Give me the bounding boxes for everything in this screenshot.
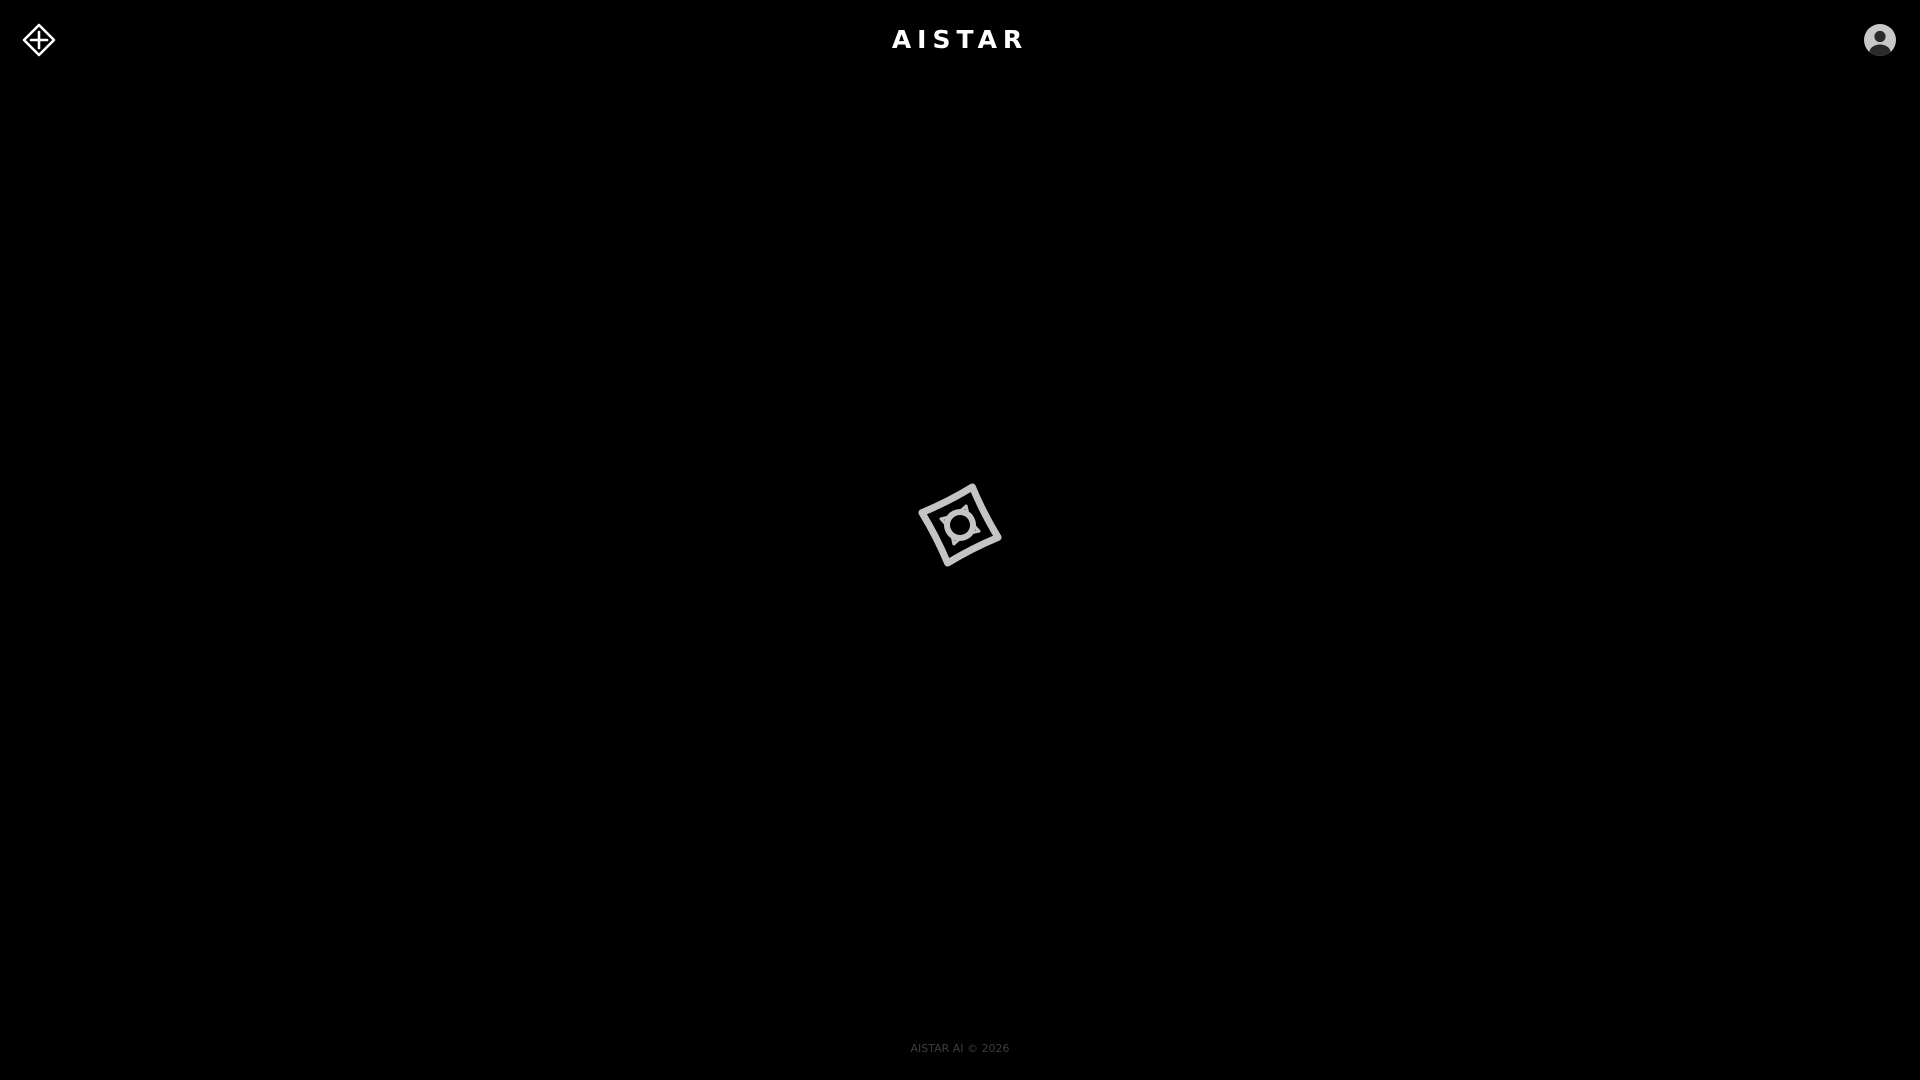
- copyright-footer: AISTAR AI © 2026: [910, 1042, 1010, 1055]
- top-bar: AISTAR: [0, 0, 1920, 80]
- spinning-star-icon: [918, 483, 1002, 567]
- profile-button[interactable]: [1864, 24, 1896, 56]
- user-avatar-icon: [1864, 24, 1896, 56]
- app-page: AISTAR AISTAR AI © 2026: [0, 0, 1920, 1080]
- loading-spinner: [917, 482, 1003, 568]
- page-title: AISTAR: [891, 25, 1029, 54]
